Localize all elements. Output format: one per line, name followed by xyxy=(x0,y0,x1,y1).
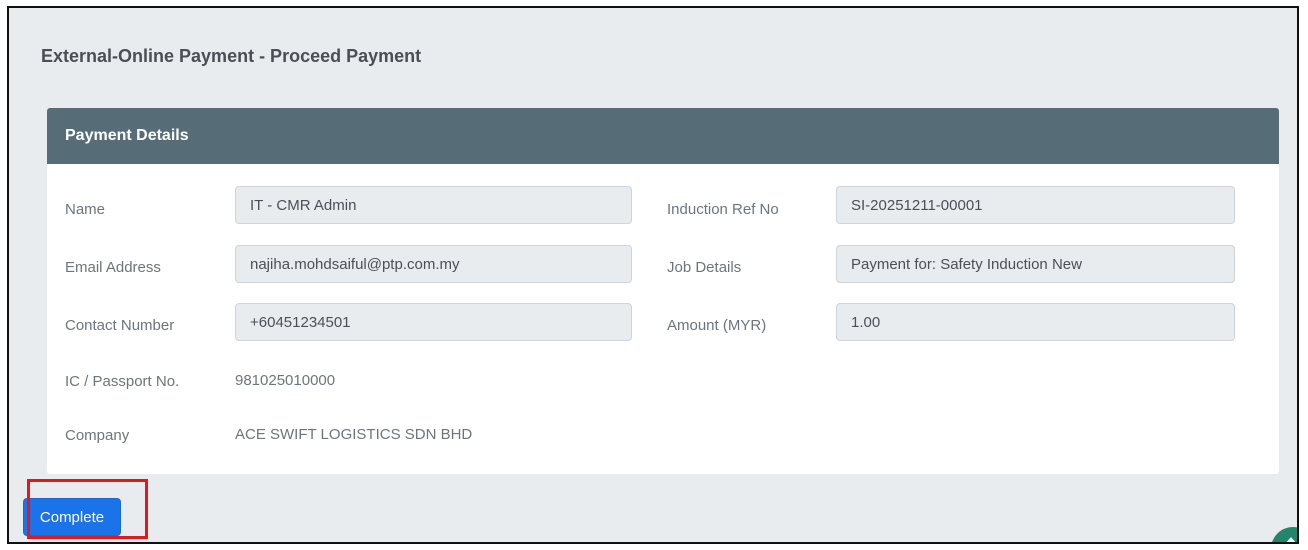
email-label: Email Address xyxy=(65,259,161,276)
amount-label: Amount (MYR) xyxy=(667,317,767,334)
contact-number-label: Contact Number xyxy=(65,317,175,334)
job-details-label: Job Details xyxy=(667,259,742,276)
ic-passport-value: 981025010000 xyxy=(235,372,336,389)
payment-details-card: Payment Details Name Email Address Conta… xyxy=(47,108,1279,474)
job-details-field[interactable] xyxy=(836,245,1235,283)
page-title: External-Online Payment - Proceed Paymen… xyxy=(41,46,422,66)
induction-ref-label: Induction Ref No xyxy=(667,201,779,218)
card-header: Payment Details xyxy=(47,108,1279,164)
amount-field[interactable] xyxy=(836,303,1235,341)
email-field[interactable] xyxy=(235,245,632,283)
company-value: ACE SWIFT LOGISTICS SDN BHD xyxy=(235,426,473,443)
contact-number-field[interactable] xyxy=(235,303,632,341)
company-label: Company xyxy=(65,427,130,444)
complete-button[interactable]: Complete xyxy=(23,498,121,536)
ic-passport-label: IC / Passport No. xyxy=(65,373,180,390)
induction-ref-field[interactable] xyxy=(836,186,1235,224)
screenshot-frame: External-Online Payment - Proceed Paymen… xyxy=(7,6,1299,544)
scroll-top-button[interactable] xyxy=(1271,527,1297,542)
name-field[interactable] xyxy=(235,186,632,224)
name-label: Name xyxy=(65,201,106,218)
